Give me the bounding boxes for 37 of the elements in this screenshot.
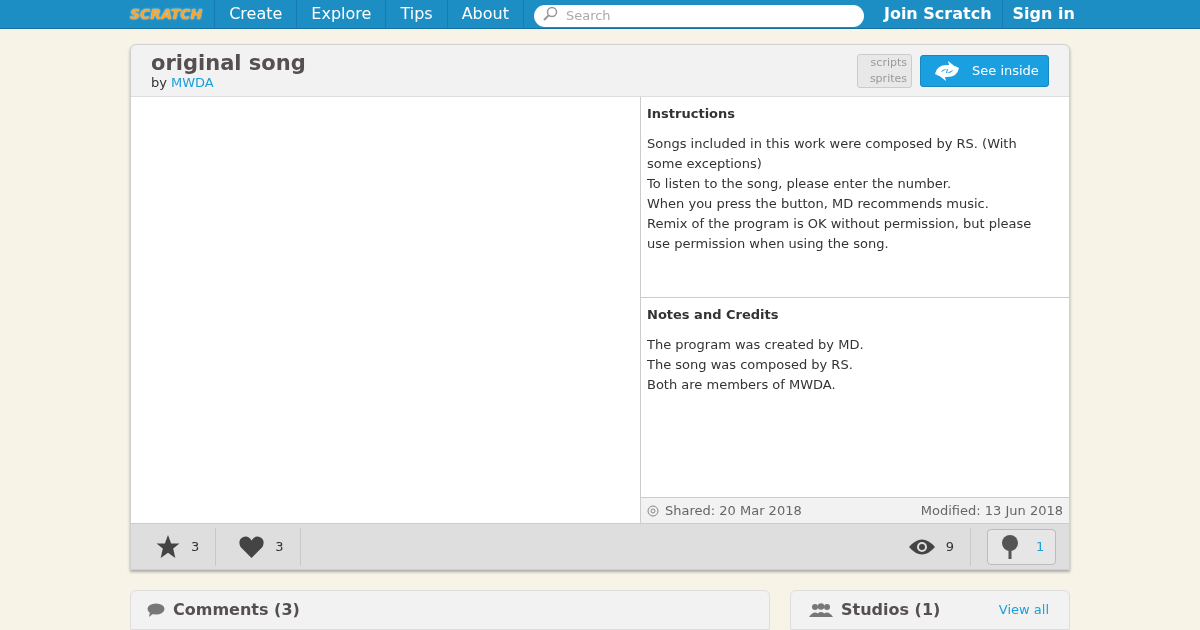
- instruction-text: To listen to the song, please enter the number.: [647, 175, 953, 193]
- studios-heading: Studios (1): [841, 599, 942, 621]
- section-heading: Instructions: [647, 105, 736, 123]
- love-count: 3: [275, 537, 284, 556]
- section-heading: Notes and Credits: [647, 306, 780, 324]
- account-link[interactable]: Sign in: [1001, 0, 1085, 28]
- notes-text: Both are members of MWDA.: [647, 376, 837, 394]
- notes-text: The program was created by MD.: [647, 336, 865, 354]
- by-label: by: [151, 74, 167, 91]
- search-field[interactable]: Search: [533, 4, 864, 27]
- favorite-count: 3: [191, 537, 200, 556]
- modified-date: Modified: 13 Jun 2018: [920, 501, 1063, 520]
- nav-link[interactable]: Tips: [385, 0, 447, 28]
- heart-icon[interactable]: [238, 534, 266, 559]
- shared-icon: [647, 504, 659, 517]
- comments-heading: Comments (3): [173, 599, 300, 621]
- project-title: original song: [151, 50, 306, 75]
- eye-icon: [907, 537, 936, 556]
- see-inside-button[interactable]: See inside: [920, 54, 1049, 87]
- author-link[interactable]: MWDA: [170, 74, 214, 91]
- people-icon: [809, 603, 833, 617]
- nav-link[interactable]: Create: [214, 0, 297, 28]
- instruction-text: When you press the button, MD recommends music.: [647, 195, 990, 213]
- instruction-text: Remix of the program is OK without permission, but please use permission when using the song.: [647, 215, 1033, 253]
- view-count: 9: [945, 537, 954, 556]
- shared-date: Shared: 20 Mar 2018: [665, 501, 802, 520]
- star-icon[interactable]: [155, 534, 181, 559]
- nav-link[interactable]: About: [446, 0, 523, 28]
- search-icon: [541, 6, 558, 22]
- view-toggle[interactable]: scripts sprites: [857, 53, 912, 88]
- nav-link[interactable]: Explore: [296, 0, 386, 28]
- notes-text: The song was composed by RS.: [647, 356, 854, 374]
- remix-button[interactable]: 1: [987, 528, 1056, 565]
- speech-bubble-icon: [147, 603, 165, 617]
- instruction-text: Songs included in this work were composed by RS. (With some exceptions): [647, 135, 1018, 173]
- view-all-link[interactable]: View all: [998, 600, 1049, 620]
- account-link[interactable]: Join Scratch: [873, 0, 1002, 28]
